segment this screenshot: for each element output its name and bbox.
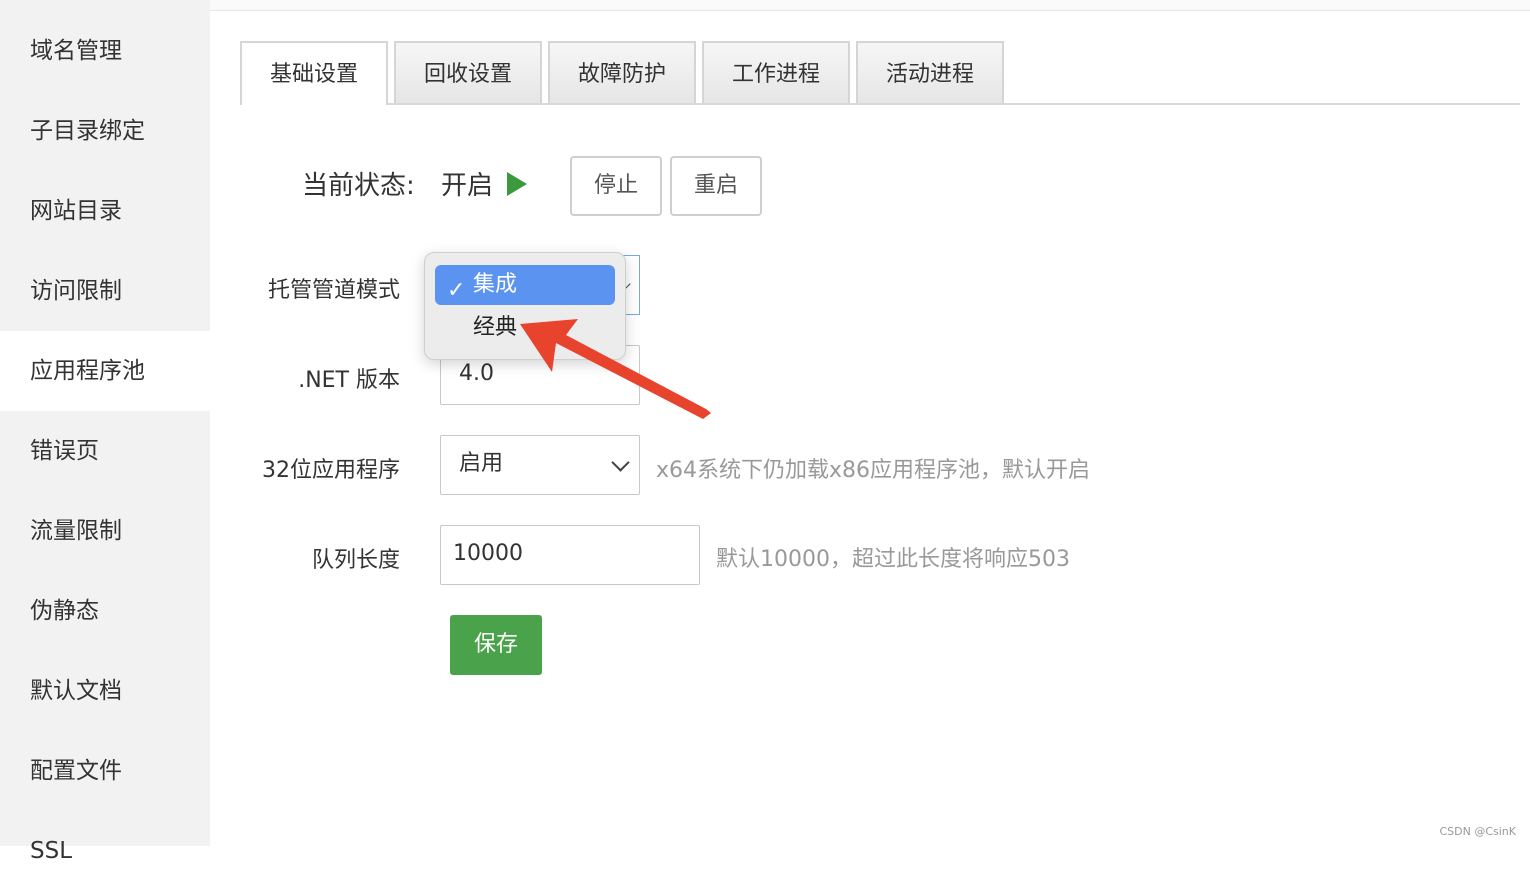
sidebar: 域名管理 子目录绑定 网站目录 访问限制 应用程序池 错误页 流量限制 伪静态 … bbox=[0, 0, 210, 864]
watermark: CSDN @CsinK bbox=[1439, 825, 1516, 838]
sidebar-item-domain[interactable]: 域名管理 bbox=[0, 11, 210, 91]
stop-button[interactable]: 停止 bbox=[570, 156, 662, 216]
bit32-label: 32位应用程序 bbox=[262, 458, 400, 483]
checkmark-icon: ✓ bbox=[447, 278, 466, 303]
tab-basic-settings[interactable]: 基础设置 bbox=[240, 41, 388, 105]
sidebar-item-config-file[interactable]: 配置文件 bbox=[0, 731, 210, 811]
queue-length-label: 队列长度 bbox=[311, 548, 400, 573]
tab-bar: 基础设置 回收设置 故障防护 工作进程 活动进程 bbox=[240, 41, 1520, 105]
queue-length-value: 10000 bbox=[453, 541, 523, 566]
sidebar-item-site-dir[interactable]: 网站目录 bbox=[0, 171, 210, 251]
pipeline-option-classic[interactable]: 经典 bbox=[435, 308, 615, 348]
status-label: 当前状态: bbox=[302, 171, 415, 201]
queue-length-hint: 默认10000，超过此长度将响应503 bbox=[716, 547, 1070, 572]
tab-fault-protection[interactable]: 故障防护 bbox=[548, 41, 696, 103]
sidebar-item-default-doc[interactable]: 默认文档 bbox=[0, 651, 210, 731]
dotnet-version-label: .NET 版本 bbox=[298, 368, 400, 393]
bit32-value: 启用 bbox=[459, 451, 504, 476]
pipeline-option-integrated[interactable]: ✓ 集成 bbox=[435, 265, 615, 305]
tab-worker-process[interactable]: 工作进程 bbox=[702, 41, 850, 103]
sidebar-item-subdir-binding[interactable]: 子目录绑定 bbox=[0, 91, 210, 171]
queue-length-input[interactable]: 10000 bbox=[440, 525, 700, 585]
pipeline-mode-dropdown: ✓ 集成 经典 bbox=[424, 252, 626, 360]
sidebar-item-rewrite[interactable]: 伪静态 bbox=[0, 571, 210, 651]
restart-button[interactable]: 重启 bbox=[670, 156, 762, 216]
play-icon bbox=[507, 172, 527, 196]
top-border bbox=[210, 0, 1530, 11]
sidebar-item-ssl[interactable]: SSL bbox=[0, 811, 210, 891]
pipeline-mode-label: 托管管道模式 bbox=[267, 278, 400, 303]
bit32-hint: x64系统下仍加载x86应用程序池，默认开启 bbox=[656, 458, 1091, 483]
save-button[interactable]: 保存 bbox=[450, 615, 542, 675]
status-value: 开启 bbox=[441, 171, 494, 201]
tab-recycle-settings[interactable]: 回收设置 bbox=[394, 41, 542, 103]
bit32-select[interactable]: 启用 bbox=[440, 435, 640, 495]
annotation-arrow bbox=[520, 319, 711, 419]
pipeline-option-integrated-label: 集成 bbox=[473, 272, 518, 297]
pipeline-option-classic-label: 经典 bbox=[473, 315, 518, 340]
chevron-down-icon bbox=[611, 453, 630, 472]
tab-active-process[interactable]: 活动进程 bbox=[856, 41, 1004, 103]
